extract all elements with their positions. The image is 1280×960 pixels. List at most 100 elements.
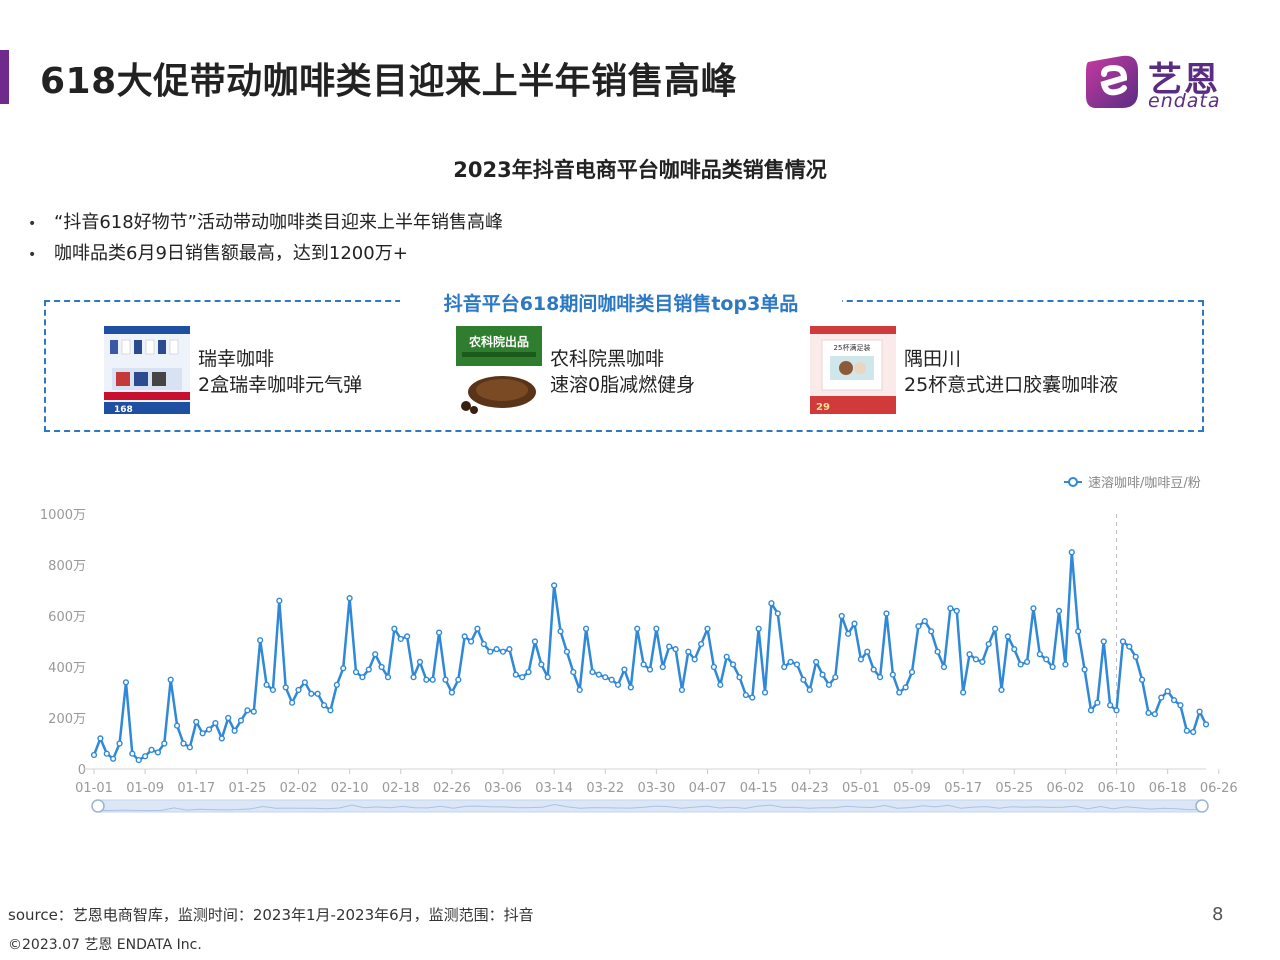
data-point[interactable] [1151,711,1158,718]
data-point[interactable] [467,638,475,645]
data-point[interactable] [397,635,404,643]
data-point[interactable] [346,595,353,602]
data-point[interactable] [1170,697,1178,704]
data-point[interactable] [755,625,762,632]
data-point[interactable] [186,744,193,751]
data-point[interactable] [825,681,833,688]
data-point[interactable] [972,656,980,663]
data-point[interactable] [110,755,117,762]
data-point[interactable] [576,686,583,694]
data-point[interactable] [602,674,609,681]
data-point[interactable] [698,640,705,648]
data-point[interactable] [512,671,519,678]
data-point[interactable] [1055,607,1063,615]
data-point[interactable] [352,669,360,676]
data-point[interactable] [857,656,864,663]
data-point[interactable] [819,671,826,678]
data-point[interactable] [1100,638,1107,645]
data-point[interactable] [1202,721,1210,728]
data-point[interactable] [1145,709,1152,717]
data-point[interactable] [1081,666,1088,673]
data-point[interactable] [161,740,168,747]
data-point[interactable] [90,751,98,759]
data-point[interactable] [915,623,922,630]
data-point[interactable] [493,646,500,653]
data-point[interactable] [269,686,277,694]
data-point[interactable] [659,663,666,671]
data-point[interactable] [301,679,308,686]
data-point[interactable] [653,625,660,632]
data-point[interactable] [544,674,551,681]
data-point[interactable] [218,735,225,742]
data-point[interactable] [864,648,871,655]
data-point[interactable] [793,661,801,668]
data-point[interactable] [1087,707,1095,714]
data-point[interactable] [838,612,845,620]
data-point[interactable] [634,625,641,632]
data-point[interactable] [736,674,743,681]
data-point[interactable] [525,669,532,676]
data-point[interactable] [563,648,571,655]
data-point[interactable] [979,658,986,666]
data-point[interactable] [116,740,123,747]
data-point[interactable] [314,690,321,697]
data-point[interactable] [621,666,628,673]
data-point[interactable] [180,740,187,747]
data-point[interactable] [800,676,807,683]
data-point[interactable] [774,610,781,617]
data-point[interactable] [372,651,379,658]
data-point[interactable] [327,707,334,714]
data-point[interactable] [883,610,890,617]
data-point[interactable] [429,676,436,683]
data-point[interactable] [1138,676,1146,683]
data-point[interactable] [448,689,455,696]
data-point[interactable] [1094,699,1101,706]
data-point[interactable] [691,656,698,663]
data-point[interactable] [135,756,142,764]
data-point[interactable] [1062,661,1069,668]
data-point[interactable] [257,637,264,644]
data-point[interactable] [384,674,392,681]
data-point[interactable] [608,676,615,683]
data-point[interactable] [276,597,283,604]
data-point[interactable] [531,638,539,645]
data-point[interactable] [129,750,136,757]
data-point[interactable] [499,648,507,655]
data-point[interactable] [480,640,487,648]
data-point[interactable] [1132,653,1139,660]
data-point[interactable] [295,686,302,694]
zoom-handle-right[interactable] [1195,799,1209,813]
data-point[interactable] [832,674,839,681]
data-point[interactable] [666,643,673,650]
data-point[interactable] [928,628,935,635]
data-point[interactable] [506,646,513,653]
data-point[interactable] [627,684,634,691]
data-point[interactable] [640,661,647,668]
data-point[interactable] [1043,656,1050,663]
data-point[interactable] [231,727,238,734]
data-point[interactable] [589,669,596,676]
data-point[interactable] [685,648,692,655]
data-point[interactable] [244,707,251,714]
data-point[interactable] [845,630,852,637]
data-point[interactable] [870,666,877,673]
data-point[interactable] [167,676,174,683]
data-point[interactable] [1036,651,1043,658]
data-point[interactable] [1107,702,1114,709]
data-point[interactable] [953,607,960,615]
data-point[interactable] [391,625,398,632]
data-point[interactable] [199,730,206,737]
data-point[interactable] [761,689,769,696]
data-point[interactable] [1190,728,1197,736]
data-point[interactable] [1177,702,1184,709]
legend-label[interactable]: 速溶咖啡/咖啡豆/粉 [1088,476,1201,491]
data-point[interactable] [908,669,916,676]
data-point[interactable] [723,653,730,660]
data-point[interactable] [404,633,411,640]
data-point[interactable] [1017,661,1024,668]
data-point[interactable] [876,674,884,681]
data-point[interactable] [1126,643,1133,650]
data-point[interactable] [704,625,711,632]
data-point[interactable] [1068,549,1075,556]
data-point[interactable] [282,684,289,691]
